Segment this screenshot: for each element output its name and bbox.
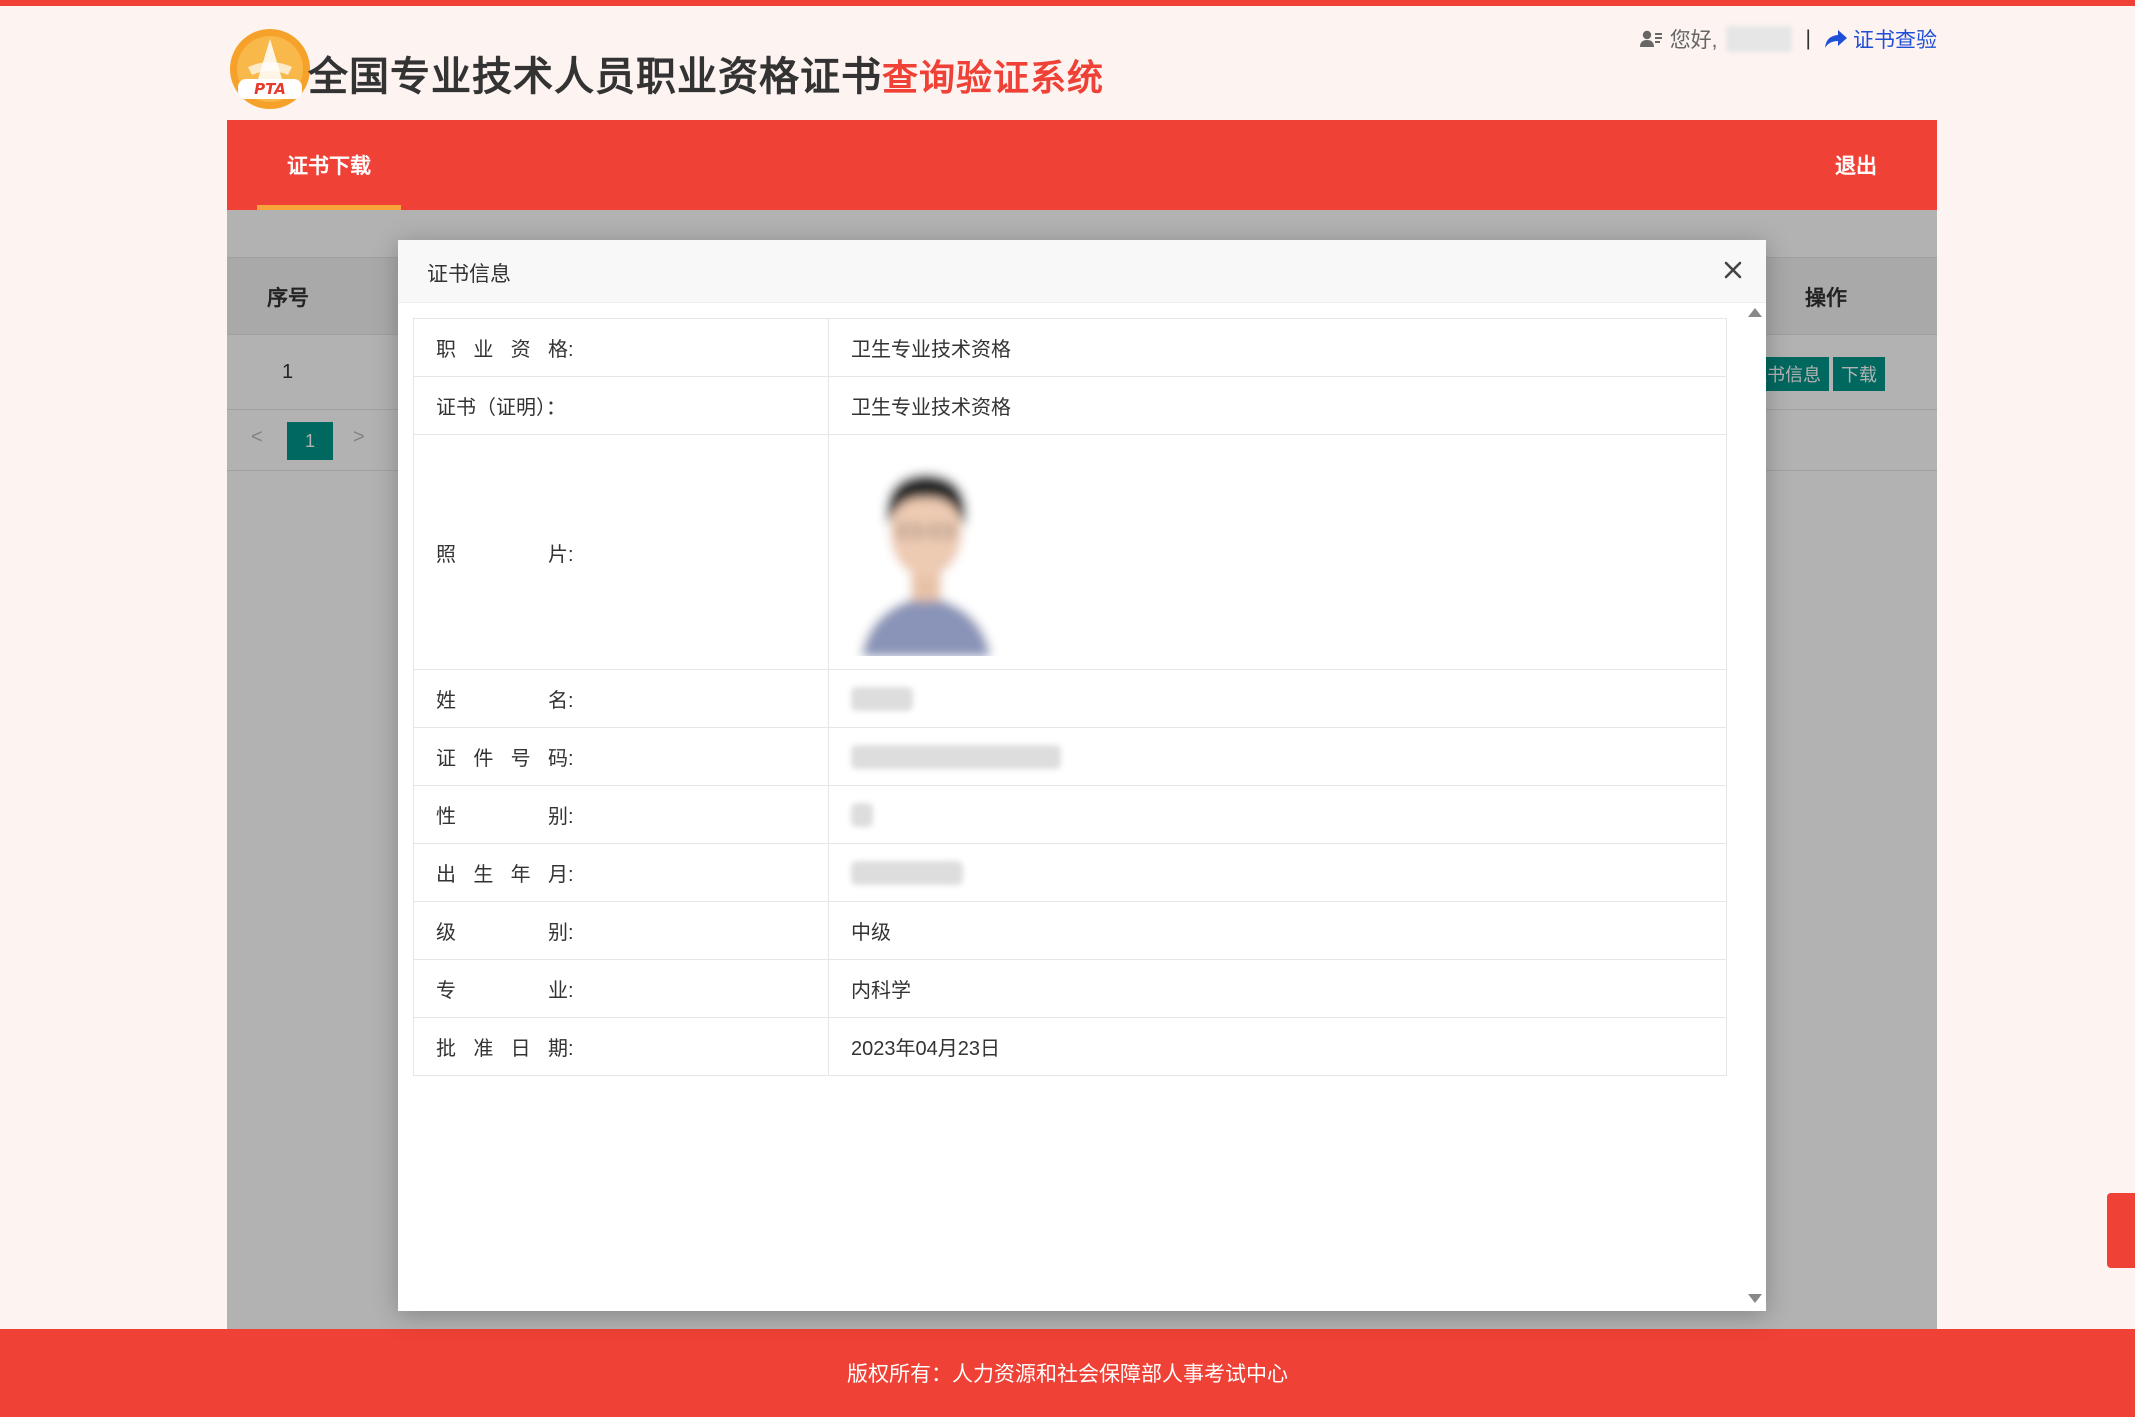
label-colon: : [568,1038,574,1060]
user-icon [1639,30,1662,47]
label-colon: : [568,748,574,770]
label-colon: : [568,543,574,566]
row-qualification: 职业资格: 卫生专业技术资格 [413,318,1727,377]
value-gender-redacted [851,802,873,827]
top-accent-strip [0,0,2135,6]
value-certificate: 卫生专业技术资格 [828,376,1727,435]
copyright-text: 版权所有：人力资源和社会保障部人事考试中心 [847,1363,1288,1386]
site-title-accent: 查询验证系统 [882,57,1105,98]
row-gender: 性别: [413,785,1727,844]
label-colon: : [568,922,574,944]
label-birth-date: 出生年月 [436,864,568,886]
row-photo: 照片: [413,434,1727,670]
user-bar: 您好, | 证书查验 [1639,24,1937,54]
row-level: 级别: 中级 [413,901,1727,960]
value-approval-date: 2023年04月23日 [828,1017,1727,1076]
row-specialty: 专业: 内科学 [413,959,1727,1018]
tab-certificate-download-label: 证书下载 [287,155,371,178]
user-name-redacted [1725,26,1792,52]
row-name: 姓名: [413,669,1727,728]
tab-certificate-download[interactable]: 证书下载 [257,120,401,210]
label-gender: 性别 [436,806,568,828]
certificate-verify-link[interactable]: 证书查验 [1825,24,1937,54]
label-colon: ： [546,397,566,419]
label-level: 级别 [436,922,568,944]
label-specialty: 专业 [436,980,568,1002]
label-colon: : [568,980,574,1002]
label-colon: : [568,339,574,361]
pta-logo: PTA [230,29,310,109]
side-float-tab[interactable] [2107,1193,2135,1268]
certificate-verify-label: 证书查验 [1853,29,1937,52]
label-photo: 照片 [436,543,568,566]
label-colon: : [568,806,574,828]
main-nav: 证书下载 退出 [227,120,1937,210]
logo-text: PTA [254,80,286,98]
label-id-number: 证件号码 [436,748,568,770]
footer: 版权所有：人力资源和社会保障部人事考试中心 [0,1329,2135,1417]
row-birth-date: 出生年月: [413,843,1727,902]
scroll-down-arrow-icon[interactable] [1748,1294,1762,1303]
dialog-title: 证书信息 [427,263,511,286]
share-arrow-icon [1825,30,1847,48]
label-approval-date: 批准日期 [436,1038,568,1060]
header-separator: | [1805,27,1811,50]
value-specialty: 内科学 [828,959,1727,1018]
value-id-number-redacted [851,744,1061,769]
site-title: 全国专业技术人员职业资格证书查询验证系统 [308,44,1104,102]
row-certificate: 证书（证明）： 卫生专业技术资格 [413,376,1727,435]
close-icon[interactable] [1718,255,1748,285]
id-photo [851,446,1001,656]
label-name: 姓名 [436,690,568,712]
dialog-header: 证书信息 [398,240,1766,303]
value-birth-date-redacted [851,860,963,885]
row-id-number: 证件号码: [413,727,1727,786]
label-colon: : [568,864,574,886]
value-level: 中级 [828,901,1727,960]
logout-link[interactable]: 退出 [1835,120,1877,210]
site-title-main: 全国专业技术人员职业资格证书 [308,55,882,99]
certificate-info-table: 职业资格: 卫生专业技术资格 证书（证明）： 卫生专业技术资格 照片: 姓名: … [413,318,1727,1076]
scroll-up-arrow-icon[interactable] [1748,308,1762,317]
label-colon: : [568,690,574,712]
greeting-text: 您好, [1669,29,1718,52]
label-certificate: 证书（证明） [436,397,546,419]
logout-label: 退出 [1835,155,1877,178]
label-qualification: 职业资格 [436,339,568,361]
dialog-body: 职业资格: 卫生专业技术资格 证书（证明）： 卫生专业技术资格 照片: 姓名: … [413,318,1727,1076]
value-qualification: 卫生专业技术资格 [828,318,1727,377]
row-approval-date: 批准日期: 2023年04月23日 [413,1017,1727,1076]
certificate-info-dialog: 证书信息 职业资格: 卫生专业技术资格 证书（证明）： 卫生专业技术资格 照片: [398,240,1766,1311]
value-name-redacted [851,686,913,711]
